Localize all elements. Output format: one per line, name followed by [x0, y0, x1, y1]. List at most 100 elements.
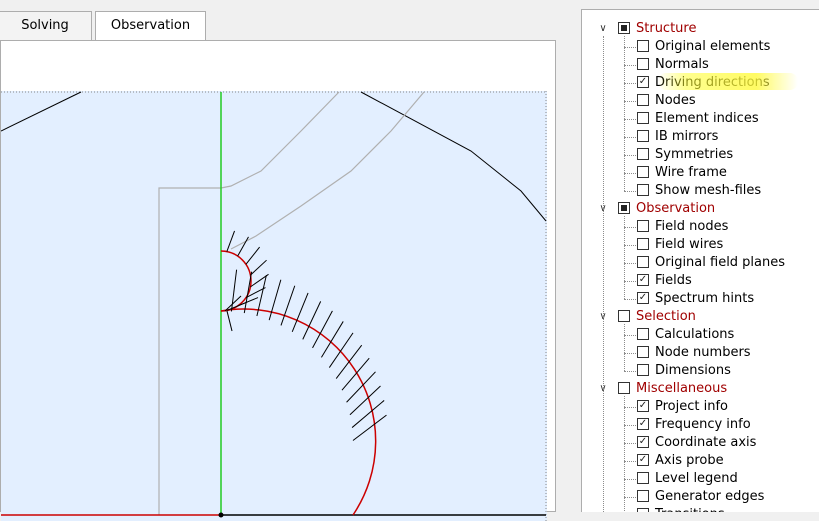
item-label: Original elements — [655, 39, 771, 54]
item-checkbox[interactable] — [637, 220, 649, 232]
item-label: Normals — [655, 57, 709, 72]
tree-item[interactable]: ✓ Coordinate axis — [582, 434, 819, 452]
highlight-marker — [658, 73, 798, 90]
item-checkbox[interactable] — [637, 94, 649, 106]
tree-connector — [624, 497, 636, 498]
tree-item[interactable]: Symmetries — [582, 146, 819, 164]
tree-item[interactable]: ✓ Frequency info — [582, 416, 819, 434]
group-label: Structure — [636, 21, 697, 36]
item-checkbox[interactable] — [637, 256, 649, 268]
item-label: Original field planes — [655, 255, 786, 270]
item-label: Spectrum hints — [655, 291, 755, 306]
tree-item[interactable]: Original field planes — [582, 254, 819, 272]
tab-solving[interactable]: Solving — [0, 11, 92, 40]
group-label: Selection — [636, 309, 696, 324]
tree-group-miscellaneous[interactable]: ∨ Miscellaneous — [582, 380, 819, 398]
group-checkbox[interactable] — [618, 22, 630, 34]
tree-item[interactable]: IB mirrors — [582, 128, 819, 146]
item-checkbox[interactable]: ✓ — [637, 454, 649, 466]
tree-item[interactable]: ✓ Axis probe — [582, 452, 819, 470]
item-label: Field wires — [655, 237, 724, 252]
item-label: Node numbers — [655, 345, 751, 360]
tree-item[interactable]: Node numbers — [582, 344, 819, 362]
item-checkbox[interactable] — [637, 490, 649, 502]
tree-connector — [624, 155, 636, 156]
item-checkbox[interactable]: ✓ — [637, 274, 649, 286]
item-checkbox[interactable] — [637, 508, 649, 512]
tree-item[interactable]: Normals — [582, 56, 819, 74]
item-checkbox[interactable] — [637, 112, 649, 124]
tree-item[interactable]: Field nodes — [582, 218, 819, 236]
axis-origin-point — [218, 512, 224, 518]
item-checkbox[interactable]: ✓ — [637, 436, 649, 448]
tree-connector-vertical — [624, 324, 625, 371]
tree-connector — [624, 335, 636, 336]
tree-item[interactable]: Transitions — [582, 506, 819, 512]
tree-connector — [624, 227, 636, 228]
item-label: IB mirrors — [655, 129, 719, 144]
tree-group-structure[interactable]: ∨ Structure — [582, 20, 819, 38]
tree-item[interactable]: ✓ Fields — [582, 272, 819, 290]
tree-item[interactable]: Dimensions — [582, 362, 819, 380]
item-checkbox[interactable] — [637, 58, 649, 70]
item-checkbox[interactable]: ✓ — [637, 400, 649, 412]
item-label: Transitions — [655, 506, 725, 512]
item-checkbox[interactable] — [637, 166, 649, 178]
tree-item[interactable]: Wire frame — [582, 164, 819, 182]
group-checkbox[interactable] — [618, 310, 630, 322]
item-checkbox[interactable]: ✓ — [637, 418, 649, 430]
tree-item[interactable]: Generator edges — [582, 488, 819, 506]
tree-connector-vertical — [624, 216, 625, 299]
item-label: Coordinate axis — [655, 435, 757, 450]
item-checkbox[interactable] — [637, 472, 649, 484]
tree-connector — [624, 245, 636, 246]
item-checkbox[interactable] — [637, 148, 649, 160]
item-checkbox[interactable] — [637, 184, 649, 196]
group-label: Miscellaneous — [636, 381, 728, 396]
tree-connector — [624, 353, 636, 354]
tree-connector — [624, 443, 636, 444]
tree-item[interactable]: Nodes — [582, 92, 819, 110]
item-checkbox[interactable] — [637, 328, 649, 340]
group-checkbox[interactable] — [618, 382, 630, 394]
canvas-background — [1, 91, 547, 521]
item-checkbox[interactable] — [637, 238, 649, 250]
tree-item[interactable]: ✓ Spectrum hints — [582, 290, 819, 308]
item-checkbox[interactable] — [637, 364, 649, 376]
tree-connector — [624, 407, 636, 408]
item-label: Calculations — [655, 327, 735, 342]
item-checkbox[interactable] — [637, 130, 649, 142]
item-label: Symmetries — [655, 147, 734, 162]
item-checkbox[interactable] — [637, 40, 649, 52]
tree-item[interactable]: Level legend — [582, 470, 819, 488]
item-label: Element indices — [655, 111, 759, 126]
tree-item[interactable]: Original elements — [582, 38, 819, 56]
group-checkbox[interactable] — [618, 202, 630, 214]
item-checkbox[interactable] — [637, 346, 649, 358]
tree-item[interactable]: Calculations — [582, 326, 819, 344]
tree-connector — [624, 101, 636, 102]
tree-group-observation[interactable]: ∨ Observation — [582, 200, 819, 218]
tree-group-selection[interactable]: ∨ Selection — [582, 308, 819, 326]
tree-connector-vertical — [624, 396, 625, 512]
tab-observation[interactable]: Observation — [95, 11, 206, 40]
group-label: Observation — [636, 201, 716, 216]
tree-connector — [624, 119, 636, 120]
item-label: Field nodes — [655, 219, 729, 234]
tree-connector — [624, 263, 636, 264]
tree-connector — [624, 371, 636, 372]
item-label: Generator edges — [655, 489, 765, 504]
item-label: Show mesh-files — [655, 183, 762, 198]
model-viewport[interactable] — [0, 40, 556, 521]
model-canvas[interactable] — [1, 91, 555, 521]
tree-connector — [624, 281, 636, 282]
tree-connector — [624, 191, 636, 192]
item-checkbox[interactable]: ✓ — [637, 292, 649, 304]
tree-item[interactable]: Field wires — [582, 236, 819, 254]
tree-item[interactable]: Show mesh-files — [582, 182, 819, 200]
tree-connector — [624, 83, 636, 84]
item-checkbox[interactable]: ✓ — [637, 76, 649, 88]
item-label: Dimensions — [655, 363, 731, 378]
tree-item[interactable]: ✓ Project info — [582, 398, 819, 416]
tree-item[interactable]: Element indices — [582, 110, 819, 128]
